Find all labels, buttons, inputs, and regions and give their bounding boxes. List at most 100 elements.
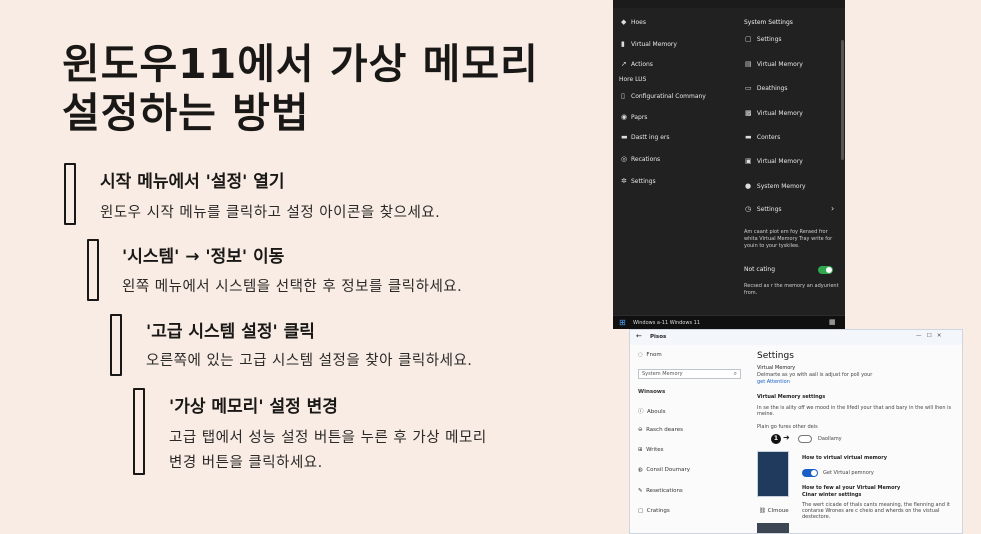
info-icon: ◉ <box>621 113 628 121</box>
step-1-title: 시작 메뉴에서 '설정' 열기 <box>100 172 285 192</box>
step-1-marker <box>64 163 76 225</box>
circle-icon: ◌ <box>638 352 643 358</box>
windows-logo-icon[interactable]: ⊞ <box>619 318 626 327</box>
step-4-description-line1: 고급 탭에서 성능 설정 버튼을 누른 후 가상 메모리 <box>169 430 487 446</box>
vms-desc-line2: meine. <box>757 411 775 417</box>
toggle-label: Get Virtual pemnory <box>823 470 874 476</box>
dark-settings-screenshot: ◆ Hoes ▮ Virtual Memory ➚ Actions Hore LUS … <box>613 0 845 329</box>
step-3-title: '고급 시스템 설정' 클릭 <box>146 322 315 342</box>
network-icon: ⊖ <box>638 427 643 433</box>
dark-left-item-recations[interactable]: ◎ Recations <box>621 155 660 163</box>
light-left-link-fnom[interactable]: ◌ Fnom <box>638 352 662 358</box>
slide-title-line1: 윈도우11에서 가상 메모리 <box>62 40 539 88</box>
vm-line: Delmarte as yo with aall is adjust for p… <box>757 372 873 378</box>
box-icon: ▢ <box>638 508 644 514</box>
dark-toggle-label: Not cating <box>744 266 776 273</box>
plain-text: Plain go fures other deis <box>757 424 818 430</box>
how2-desc-line3: destectore. <box>802 514 831 520</box>
light-titlebar: ← Pisos — ☐ ✕ <box>630 330 962 345</box>
how2-heading: How to few al your Virtual Memory <box>802 485 901 491</box>
light-left-item-resetications[interactable]: ✎ Resetications <box>638 488 683 494</box>
dark-taskbar: ⊞ Windows a-11 Windows 11 ▦ <box>613 315 845 329</box>
memory-illustration-thumbnail <box>757 451 789 497</box>
light-main-title: Settings <box>757 351 794 361</box>
slide-title-line2: 설정하는 방법 <box>62 89 310 137</box>
dark-right-item-virtual-memory-1[interactable]: ▤ Virtual Memory <box>745 60 803 68</box>
dark-scrollbar[interactable] <box>841 40 844 160</box>
step-1-description: 윈도우 시작 메뉴를 클릭하고 설정 아이콘을 찾으세요. <box>100 205 441 221</box>
vms-desc-line1: In se the is ality off we mood in the li… <box>757 405 952 411</box>
step-4-description-line2: 변경 버튼을 클릭하세요. <box>169 455 323 471</box>
dark-right-item-virtual-memory-3[interactable]: ▣ Virtual Memory <box>745 157 803 165</box>
config-icon: ▯ <box>621 92 625 100</box>
step-4-marker <box>133 388 145 475</box>
dark-left-item-home[interactable]: ◆ Hoes <box>621 18 646 26</box>
info-icon: ⓘ <box>638 409 644 415</box>
settings-icon: ✲ <box>621 177 627 185</box>
grid-icon: ⊞ <box>638 447 643 453</box>
shield-icon: ▣ <box>745 157 752 165</box>
light-left-item-rasch[interactable]: ⊖ Rasch deares <box>638 427 683 433</box>
dark-left-item-settings[interactable]: ✲ Settings <box>621 177 656 185</box>
dark-right-item-system-memory[interactable]: ● System Memory <box>745 182 806 190</box>
slide-title: 윈도우11에서 가상 메모리 설정하는 방법 <box>62 40 602 138</box>
dark-right-item-settings-2[interactable]: ◷ Settings <box>745 205 782 213</box>
virtual-memory-toggle[interactable] <box>802 469 818 477</box>
dark-left-item-actions[interactable]: ➚ Actions <box>621 60 653 68</box>
chevron-right-icon[interactable]: › <box>831 204 834 213</box>
dark-right-item-deathings[interactable]: ▭ Deathings <box>745 84 787 92</box>
dark-right-header: System Settings <box>744 19 793 26</box>
light-window-title: Pisos <box>650 334 667 340</box>
dark-left-item-virtual-memory[interactable]: ▮ Virtual Memory <box>621 40 677 48</box>
side-link-clmoue[interactable]: ⛓ Clmoue <box>759 508 789 514</box>
taskbar-label: Windows a-11 Windows 11 <box>633 320 700 326</box>
step-2-marker <box>87 239 99 301</box>
step-number-badge: 1 <box>771 434 781 444</box>
search-icon: ⌕ <box>733 370 737 377</box>
pill-label: Daollamy <box>818 436 842 442</box>
light-left-item-cratings[interactable]: ▢ Cratings <box>638 508 670 514</box>
dark-right-item-virtual-memory-2[interactable]: ▩ Virtual Memory <box>745 109 803 117</box>
light-settings-screenshot: ← Pisos — ☐ ✕ ◌ Fnom System Memory ⌕ Win… <box>629 329 963 534</box>
settings-icon: ▢ <box>745 35 752 43</box>
monitor-icon: ▭ <box>745 84 752 92</box>
step-3-description: 오른쪽에 있는 고급 시스템 설정을 찾아 클릭하세요. <box>146 353 473 369</box>
dark-toggle-switch[interactable] <box>818 266 833 274</box>
memory-icon: ▮ <box>621 40 625 48</box>
step-4-title: '가상 메모리' 설정 변경 <box>169 397 338 417</box>
vm-link[interactable]: get Attention <box>757 379 790 385</box>
pen-icon: ✎ <box>638 488 643 494</box>
link-icon: ⛓ <box>759 508 766 514</box>
pin-icon: ➚ <box>621 60 627 68</box>
dark-left-item-configuration[interactable]: ▯ Configuratinal Commany <box>621 92 706 100</box>
light-section-label: Winsows <box>638 389 666 395</box>
dark-note-2: Recsed as r the memory an adyurient from… <box>744 283 839 296</box>
arrow-right-icon: ➜ <box>783 433 790 442</box>
dark-titlebar <box>613 0 845 8</box>
memory-icon: ▤ <box>745 60 752 68</box>
dark-left-item-paprs[interactable]: ◉ Paprs <box>621 113 647 121</box>
info-icon: ● <box>745 182 752 190</box>
vm-heading: Virtual Memory <box>757 365 796 371</box>
search-input[interactable]: System Memory ⌕ <box>638 369 741 379</box>
dark-right-item-conters[interactable]: ▬ Conters <box>745 133 780 141</box>
step-2-title: '시스템' → '정보' 이동 <box>122 247 285 267</box>
dark-right-item-settings[interactable]: ▢ Settings <box>745 35 782 43</box>
dark-left-item-devices[interactable]: ▬ Dastt ing ers <box>621 133 670 141</box>
home-icon: ◆ <box>621 18 627 26</box>
globe-icon: ◍ <box>638 467 643 473</box>
folder-icon: ▬ <box>745 133 752 141</box>
light-left-item-abouls[interactable]: ⓘ Abouls <box>638 407 666 415</box>
taskbar-tray-icon[interactable]: ▦ <box>829 318 836 326</box>
chip-icon: ▩ <box>745 109 752 117</box>
back-arrow-icon[interactable]: ← <box>636 332 642 340</box>
vms-heading: Virtual Memory settings <box>757 394 826 400</box>
light-left-item-consil[interactable]: ◍ Consil Doumary <box>638 467 690 473</box>
clock-icon: ◷ <box>745 205 752 213</box>
step-2-description: 왼쪽 메뉴에서 시스템을 선택한 후 정보를 클릭하세요. <box>122 279 463 295</box>
dark-note-1: Am caant piot em foy Reraed fror whita V… <box>744 229 833 249</box>
toggle-off-switch[interactable] <box>798 435 812 443</box>
window-controls[interactable]: — ☐ ✕ <box>916 333 942 339</box>
step-3-marker <box>110 314 122 376</box>
light-left-item-writes[interactable]: ⊞ Writes <box>638 447 664 453</box>
